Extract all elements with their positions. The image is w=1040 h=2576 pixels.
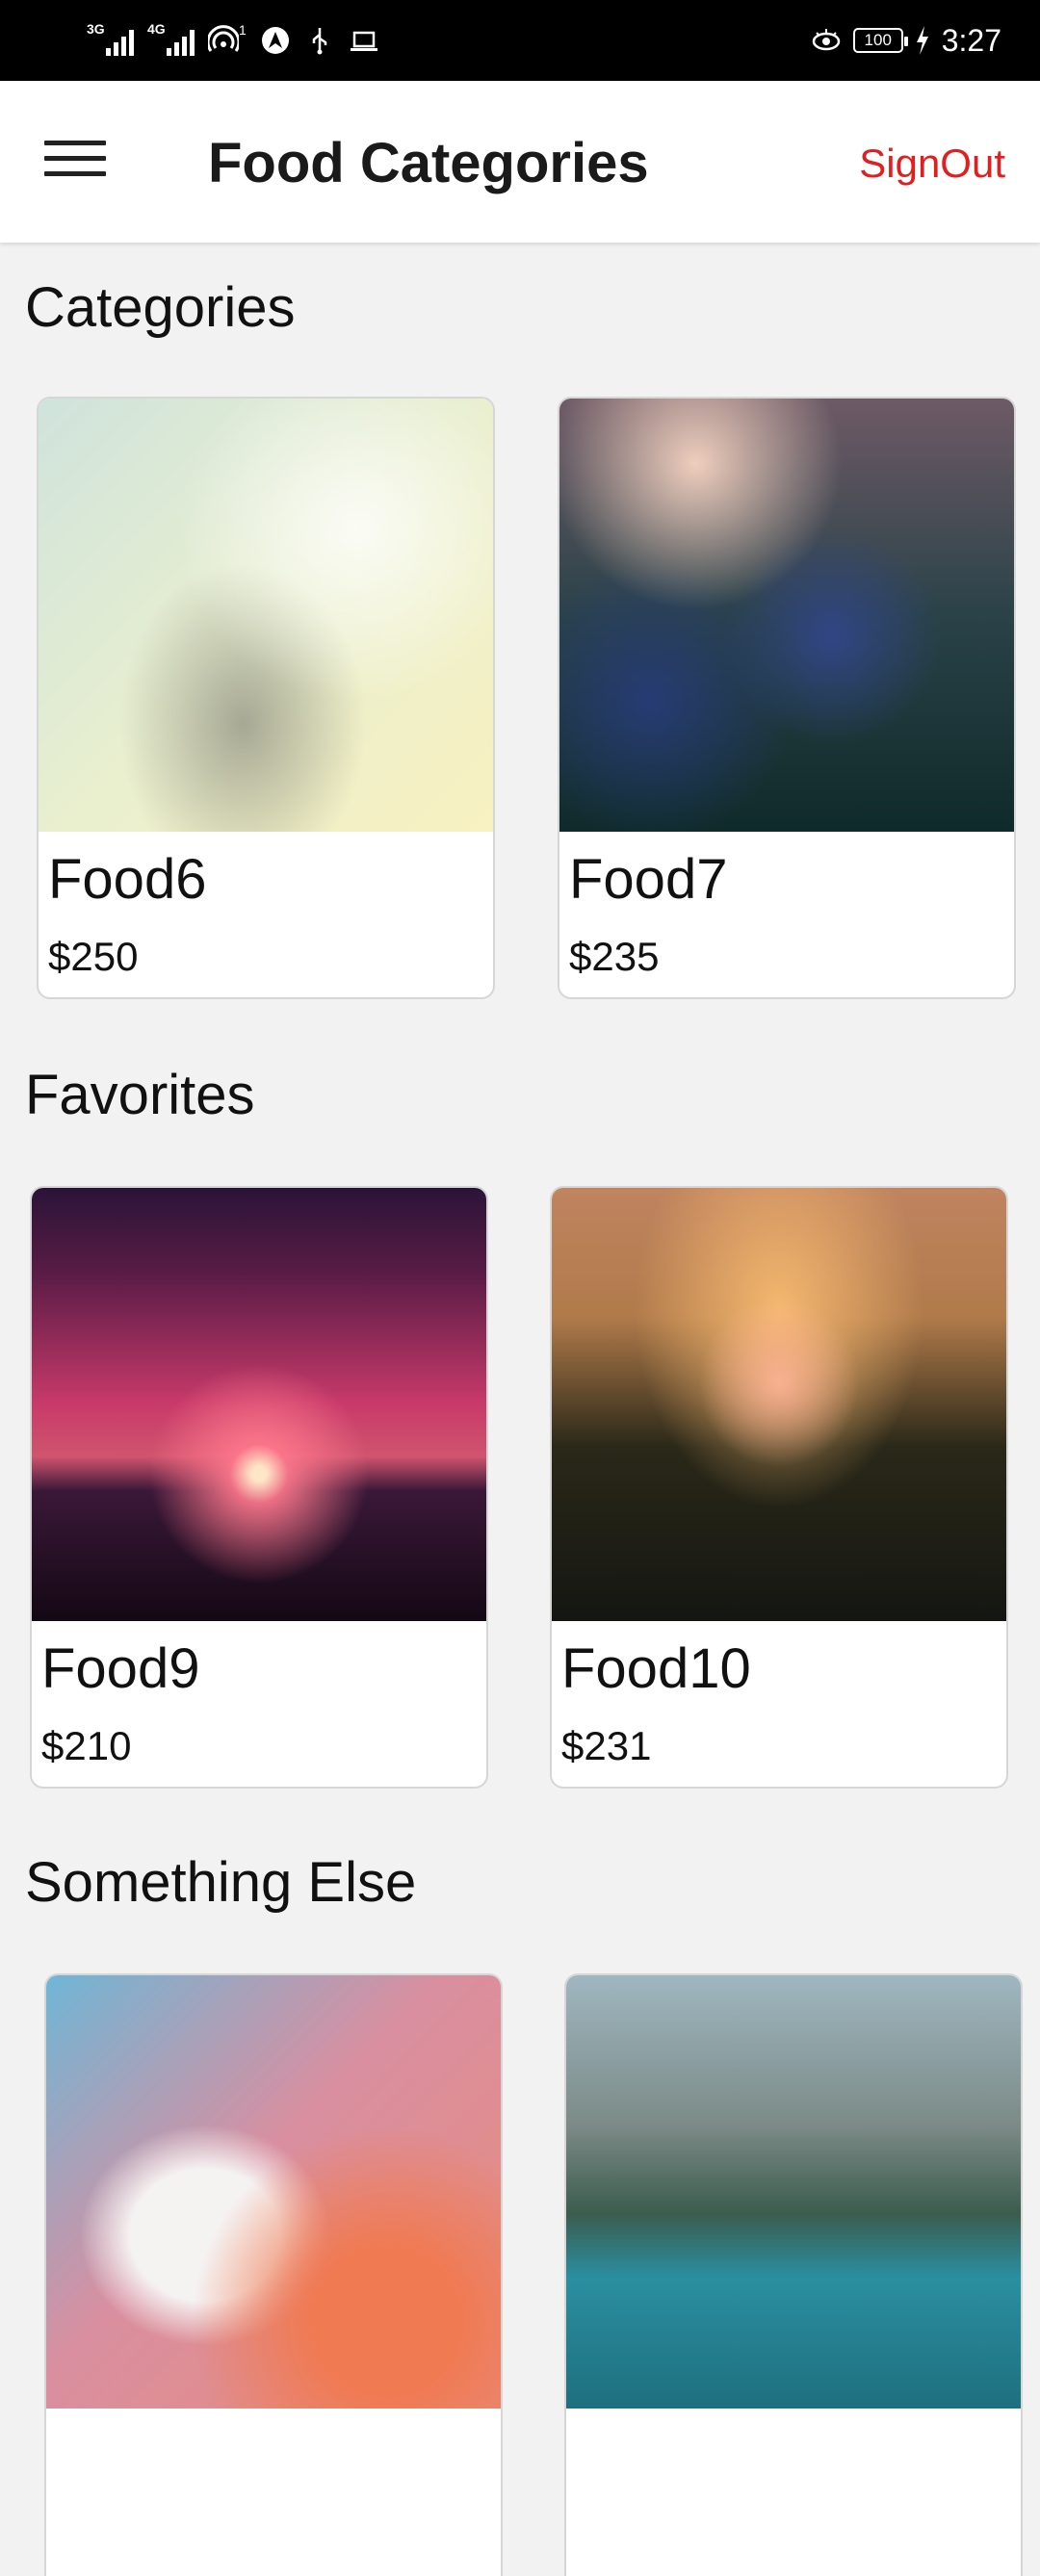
hotspot-badge: 1 — [239, 22, 247, 38]
battery-icon: 100 — [852, 28, 908, 53]
laptop-icon — [350, 31, 377, 51]
signal-4g-label: 4G — [147, 21, 166, 37]
battery-level: 100 — [864, 31, 892, 49]
food-card[interactable]: Food9 $210 — [30, 1186, 488, 1789]
food-image — [39, 399, 493, 832]
food-image — [32, 1188, 486, 1621]
usb-icon — [312, 28, 327, 55]
hamburger-menu-icon[interactable] — [44, 141, 106, 183]
section-title-something-else: Something Else — [25, 1851, 417, 1914]
food-name: Food6 — [48, 848, 207, 911]
food-card[interactable] — [44, 1973, 503, 2576]
food-image — [566, 1975, 1021, 2409]
food-image — [46, 1975, 501, 2409]
food-price: $231 — [561, 1723, 652, 1768]
page-title: Food Categories — [208, 132, 649, 194]
food-image — [552, 1188, 1006, 1621]
food-price: $250 — [48, 934, 139, 979]
hotspot-icon — [208, 25, 239, 52]
app-bar: Food Categories SignOut — [0, 81, 1040, 243]
food-card[interactable] — [564, 1973, 1023, 2576]
section-title-favorites: Favorites — [25, 1064, 255, 1126]
food-name: Food9 — [41, 1637, 200, 1700]
status-left: 3G 4G 1 — [87, 17, 379, 64]
food-card[interactable]: Food10 $231 — [550, 1186, 1008, 1789]
food-name: Food7 — [569, 848, 728, 911]
food-price: $235 — [569, 934, 660, 979]
food-card[interactable]: Food7 $235 — [558, 397, 1016, 999]
food-price: $210 — [41, 1723, 132, 1768]
signout-button[interactable]: SignOut — [859, 141, 1005, 187]
charging-icon — [916, 26, 928, 55]
food-image — [559, 399, 1014, 832]
section-title-categories: Categories — [25, 276, 296, 339]
signal-3g-icon: 3G — [87, 21, 134, 56]
signal-3g-label: 3G — [87, 21, 105, 37]
status-right: 100 3:27 — [811, 17, 1001, 64]
eye-comfort-icon — [812, 29, 840, 51]
clock: 3:27 — [941, 22, 1001, 58]
food-name: Food10 — [561, 1637, 751, 1700]
signal-4g-icon: 4G — [147, 21, 195, 56]
status-bar: 3G 4G 1 100 3:27 — [0, 0, 1040, 81]
navigation-app-icon — [261, 27, 289, 54]
food-card[interactable]: Food6 $250 — [37, 397, 495, 999]
